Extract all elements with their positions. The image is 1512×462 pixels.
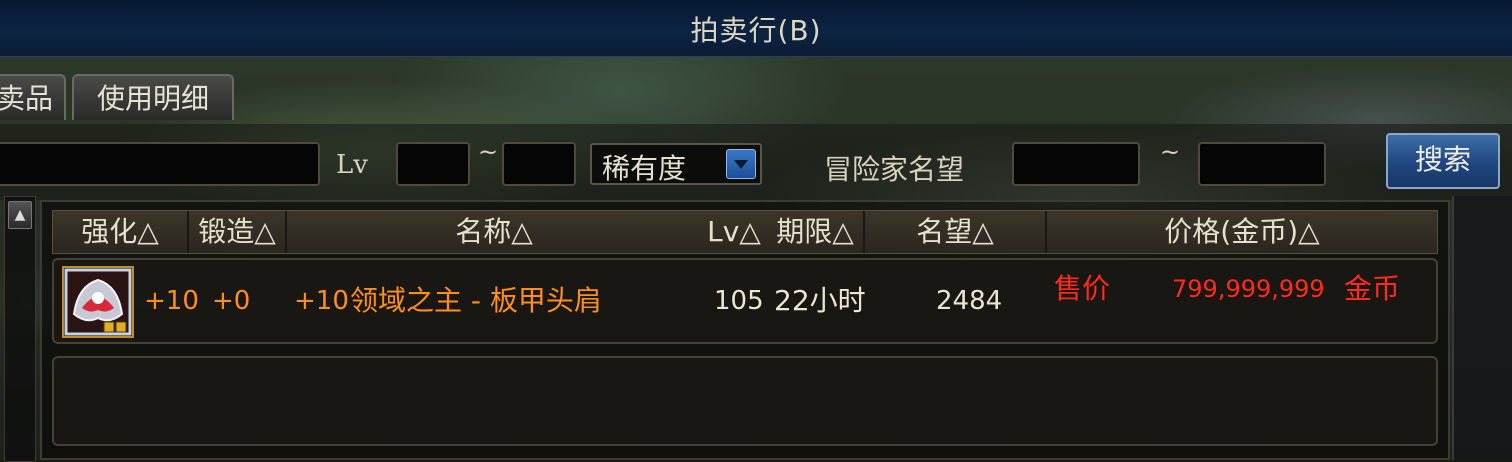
enhance-level: +10	[144, 286, 199, 316]
right-side-panel	[1452, 196, 1512, 460]
fame-min-input[interactable]	[1012, 142, 1140, 186]
results-scrollbar[interactable]: ▲	[4, 196, 36, 462]
tab-label: 使用明细	[96, 82, 209, 115]
window-title: 拍卖行(B)	[690, 14, 822, 47]
item-name[interactable]: 领域之主 - 板甲头肩	[350, 260, 602, 342]
tab-items-for-sale[interactable]: 卖品	[0, 74, 66, 120]
chevron-down-icon[interactable]	[726, 149, 756, 179]
column-header-level[interactable]: Lv△	[701, 211, 767, 253]
column-header-fame[interactable]: 名望△	[865, 211, 1045, 253]
item-level: 105	[714, 286, 764, 316]
column-header-forge[interactable]: 锻造△	[189, 211, 285, 253]
scroll-up-icon[interactable]: ▲	[8, 201, 32, 229]
fame-range-separator: ~	[1160, 138, 1181, 166]
level-min-input[interactable]	[396, 142, 470, 186]
column-header-price[interactable]: 价格(金币)△	[1047, 211, 1437, 253]
price-currency-label: 金币	[1344, 272, 1401, 305]
sale-price-value: 799,999,999	[1172, 275, 1325, 303]
forge-level: +0	[212, 286, 251, 316]
armor-shoulder-icon	[64, 268, 132, 336]
rarity-dropdown-value: 稀有度	[602, 152, 687, 185]
level-range-separator: ~	[478, 138, 499, 166]
listing-duration: 22小时	[774, 284, 866, 317]
level-label: Lv	[336, 150, 368, 180]
item-name-search-input[interactable]	[0, 142, 320, 186]
column-header-enhance[interactable]: 强化△	[53, 211, 187, 253]
item-icon-slot[interactable]	[62, 266, 134, 338]
fame-max-input[interactable]	[1198, 142, 1326, 186]
adventurer-fame-label: 冒险家名望	[824, 153, 965, 186]
tab-label: 卖品	[0, 82, 53, 115]
empty-listing-row[interactable]	[52, 356, 1438, 446]
tab-usage-details[interactable]: 使用明细	[72, 74, 234, 120]
search-button[interactable]: 搜索	[1386, 133, 1500, 189]
column-header-name[interactable]: 名称△	[287, 211, 701, 253]
auction-listing-row[interactable]: +10 +0 +10 领域之主 - 板甲头肩 105 22小时 2484 售价 …	[52, 258, 1438, 344]
window-title-bar: 拍卖行(B)	[0, 0, 1512, 57]
item-name-enhance-prefix: +10	[294, 286, 349, 316]
column-header-duration[interactable]: 期限△	[767, 211, 863, 253]
rarity-dropdown[interactable]: 稀有度	[590, 143, 762, 185]
sale-price-label: 售价	[1054, 272, 1111, 305]
level-max-input[interactable]	[502, 142, 576, 186]
item-fame: 2484	[936, 286, 1003, 316]
